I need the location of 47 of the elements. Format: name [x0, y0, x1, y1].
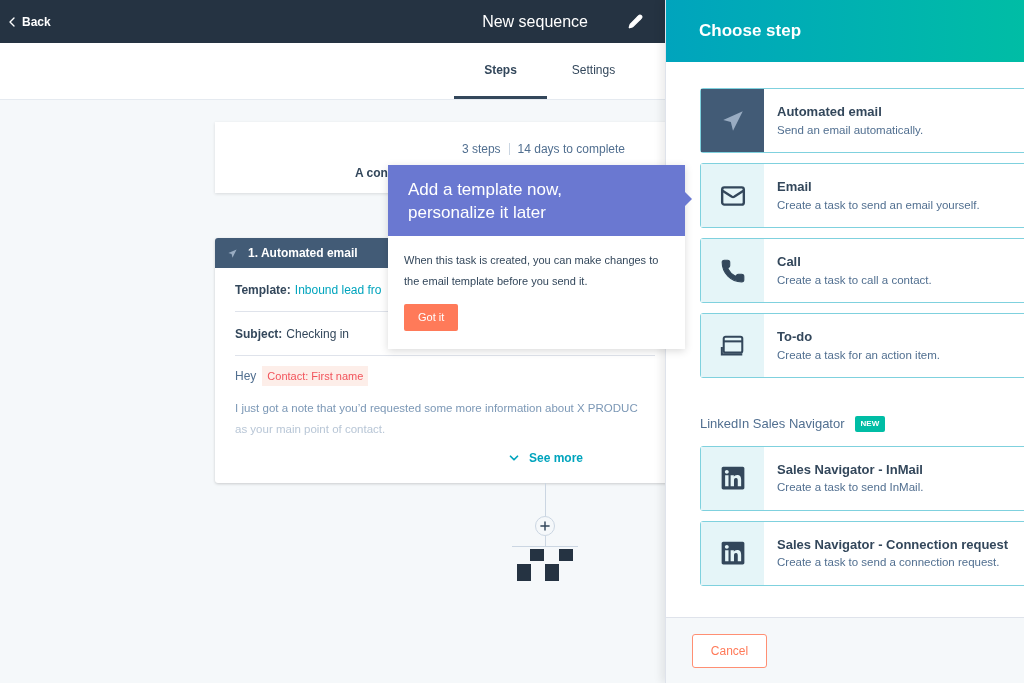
step-count: 3 steps [461, 141, 501, 158]
step-option[interactable]: Call Create a task to call a contact. [700, 238, 1024, 303]
step-option[interactable]: Sales Navigator - Connection request Create a task to send a connection request. [700, 520, 1024, 586]
new-badge: NEW [854, 415, 886, 432]
tab[interactable]: Steps [454, 43, 547, 99]
popover-title: Add a template now, personalize it later [388, 165, 685, 236]
linkedin-icon [719, 465, 746, 491]
subject-value: Checking in [286, 325, 350, 343]
section-title: LinkedIn Sales Navigator [700, 415, 845, 433]
step-title: 1. Automated email [248, 245, 358, 262]
option-description: Create a task to send InMail. [777, 480, 924, 496]
option-title: Sales Navigator - InMail [777, 460, 924, 479]
email-body: as your main point of contact. [235, 422, 387, 438]
step-option[interactable]: Sales Navigator - InMail Create a task to send InMail. [700, 445, 1024, 511]
personalization-token: Contact: First name [262, 365, 369, 387]
subject-label: Subject: [235, 325, 283, 343]
panel-title: Choose step [699, 20, 802, 43]
popover-text: When this task is created, you can make changes to the email template before you send it. [404, 253, 660, 289]
popover-pointer [685, 192, 692, 206]
option-description: Create a task to send a connection request. [777, 555, 1001, 571]
back-button[interactable]: Back [0, 12, 51, 31]
step-option[interactable]: To-do Create a task for an action item. [700, 313, 1024, 378]
option-title: Automated email [777, 103, 883, 122]
plus-icon [538, 519, 552, 533]
phone-icon [719, 257, 746, 284]
template-label: Template: [235, 281, 291, 299]
finish-flag-icon [515, 549, 575, 582]
duration: 14 days to complete [517, 141, 625, 158]
option-title: To-do [777, 328, 814, 347]
option-description: Create a task to call a contact. [777, 272, 932, 288]
option-description: Create a task to send an email yourself. [777, 197, 980, 213]
option-description: Send an email automatically. [777, 122, 924, 138]
step-option[interactable]: Email Create a task to send an email yourself. [700, 163, 1024, 228]
tab[interactable]: Settings [547, 43, 640, 99]
linkedin-icon [719, 540, 746, 566]
step-option[interactable]: Automated email Send an email automatically. [700, 88, 1024, 153]
option-title: Sales Navigator - Connection request [777, 535, 1009, 554]
paper-plane-icon [227, 247, 238, 259]
option-title: Email [777, 178, 813, 197]
sequence-description: A con [354, 165, 389, 182]
sequence-title: New sequence [482, 11, 588, 32]
option-description: Create a task for an action item. [777, 347, 940, 363]
greeting: Hey [235, 368, 257, 385]
add-step-button[interactable] [535, 516, 555, 536]
option-title: Call [777, 253, 802, 272]
edit-icon[interactable] [628, 14, 643, 29]
email-body: I just got a note that you’d requested some more information about X PRODUC [235, 401, 639, 416]
